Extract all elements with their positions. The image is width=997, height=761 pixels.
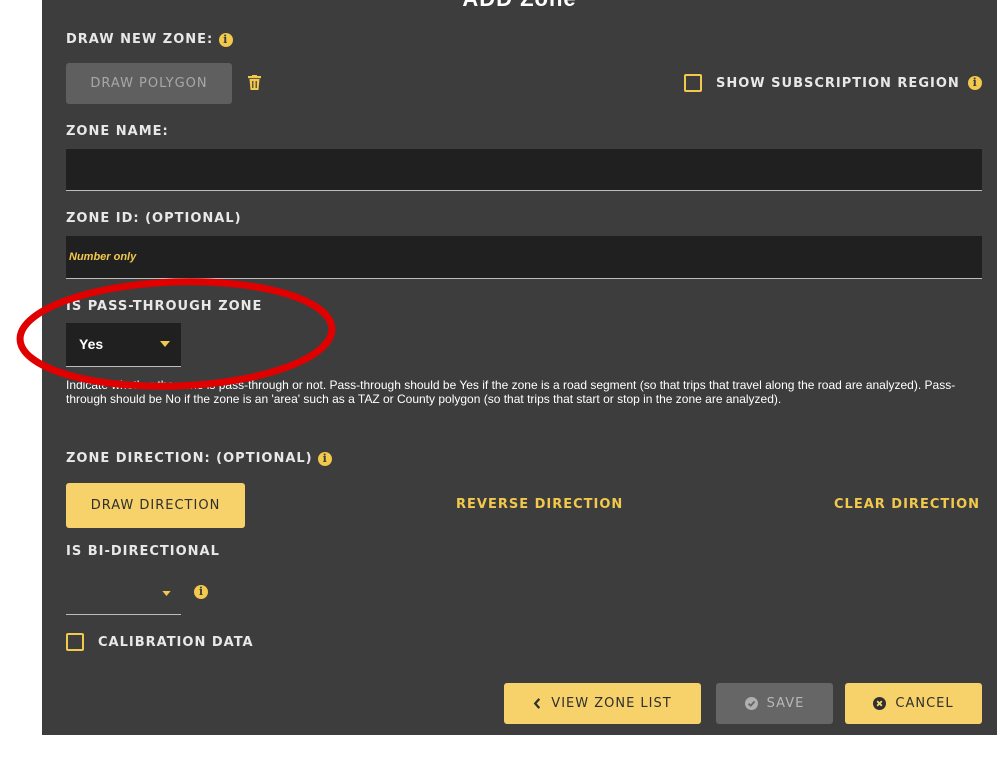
info-icon[interactable]: i [194, 585, 208, 599]
reverse-direction-button[interactable]: REVERSE DIRECTION [456, 497, 623, 512]
info-icon[interactable]: i [218, 32, 233, 47]
show-subscription-region[interactable]: SHOW SUBSCRIPTION REGION i [684, 74, 982, 92]
zone-name-label: ZONE NAME: [66, 124, 169, 139]
show-subscription-label: SHOW SUBSCRIPTION REGION [716, 75, 960, 91]
save-label: SAVE [766, 696, 805, 711]
info-icon[interactable]: i [318, 451, 333, 466]
pass-through-help-text: Indicate whether the zone is pass-throug… [66, 378, 956, 406]
pass-through-select[interactable]: Yes [66, 323, 181, 367]
draw-new-zone-label-row: DRAW NEW ZONE: i [66, 32, 233, 47]
check-circle-icon [744, 697, 758, 710]
calibration-data[interactable]: CALIBRATION DATA [66, 633, 254, 651]
cancel-button[interactable]: CANCEL [845, 683, 982, 724]
calibration-checkbox[interactable] [66, 633, 84, 651]
draw-polygon-button[interactable]: DRAW POLYGON [66, 63, 232, 104]
show-subscription-checkbox[interactable] [684, 74, 702, 92]
calibration-label: CALIBRATION DATA [98, 634, 254, 650]
zone-direction-label-row: ZONE DIRECTION: (OPTIONAL) i [66, 451, 333, 466]
pass-through-value: Yes [79, 336, 104, 352]
add-zone-dialog: ADD Zone DRAW NEW ZONE: i DRAW POLYGON S… [42, 0, 997, 735]
bi-directional-label: IS BI-DIRECTIONAL [66, 544, 220, 559]
zone-id-placeholder: Number only [69, 251, 137, 263]
dialog-title: ADD Zone [42, 0, 997, 12]
bi-directional-select[interactable] [66, 571, 181, 615]
save-button[interactable]: SAVE [716, 683, 833, 724]
zone-id-label: ZONE ID: (OPTIONAL) [66, 211, 242, 226]
zone-name-input[interactable] [66, 149, 982, 191]
chevron-left-icon [533, 698, 541, 709]
clear-direction-button[interactable]: CLEAR DIRECTION [834, 497, 980, 512]
zone-id-input[interactable]: Number only [66, 236, 982, 279]
view-zone-list-label: VIEW ZONE LIST [551, 696, 672, 711]
cancel-label: CANCEL [895, 696, 954, 711]
info-icon[interactable]: i [967, 76, 982, 90]
times-circle-icon [873, 697, 887, 710]
draw-new-zone-label: DRAW NEW ZONE: [66, 32, 214, 47]
caret-down-icon [162, 591, 171, 596]
draw-direction-button[interactable]: DRAW DIRECTION [66, 483, 245, 528]
trash-icon[interactable] [248, 75, 261, 90]
pass-through-label: IS PASS-THROUGH ZONE [66, 299, 263, 314]
caret-down-icon [160, 341, 170, 347]
view-zone-list-button[interactable]: VIEW ZONE LIST [504, 683, 701, 724]
zone-direction-label: ZONE DIRECTION: (OPTIONAL) [66, 451, 313, 466]
